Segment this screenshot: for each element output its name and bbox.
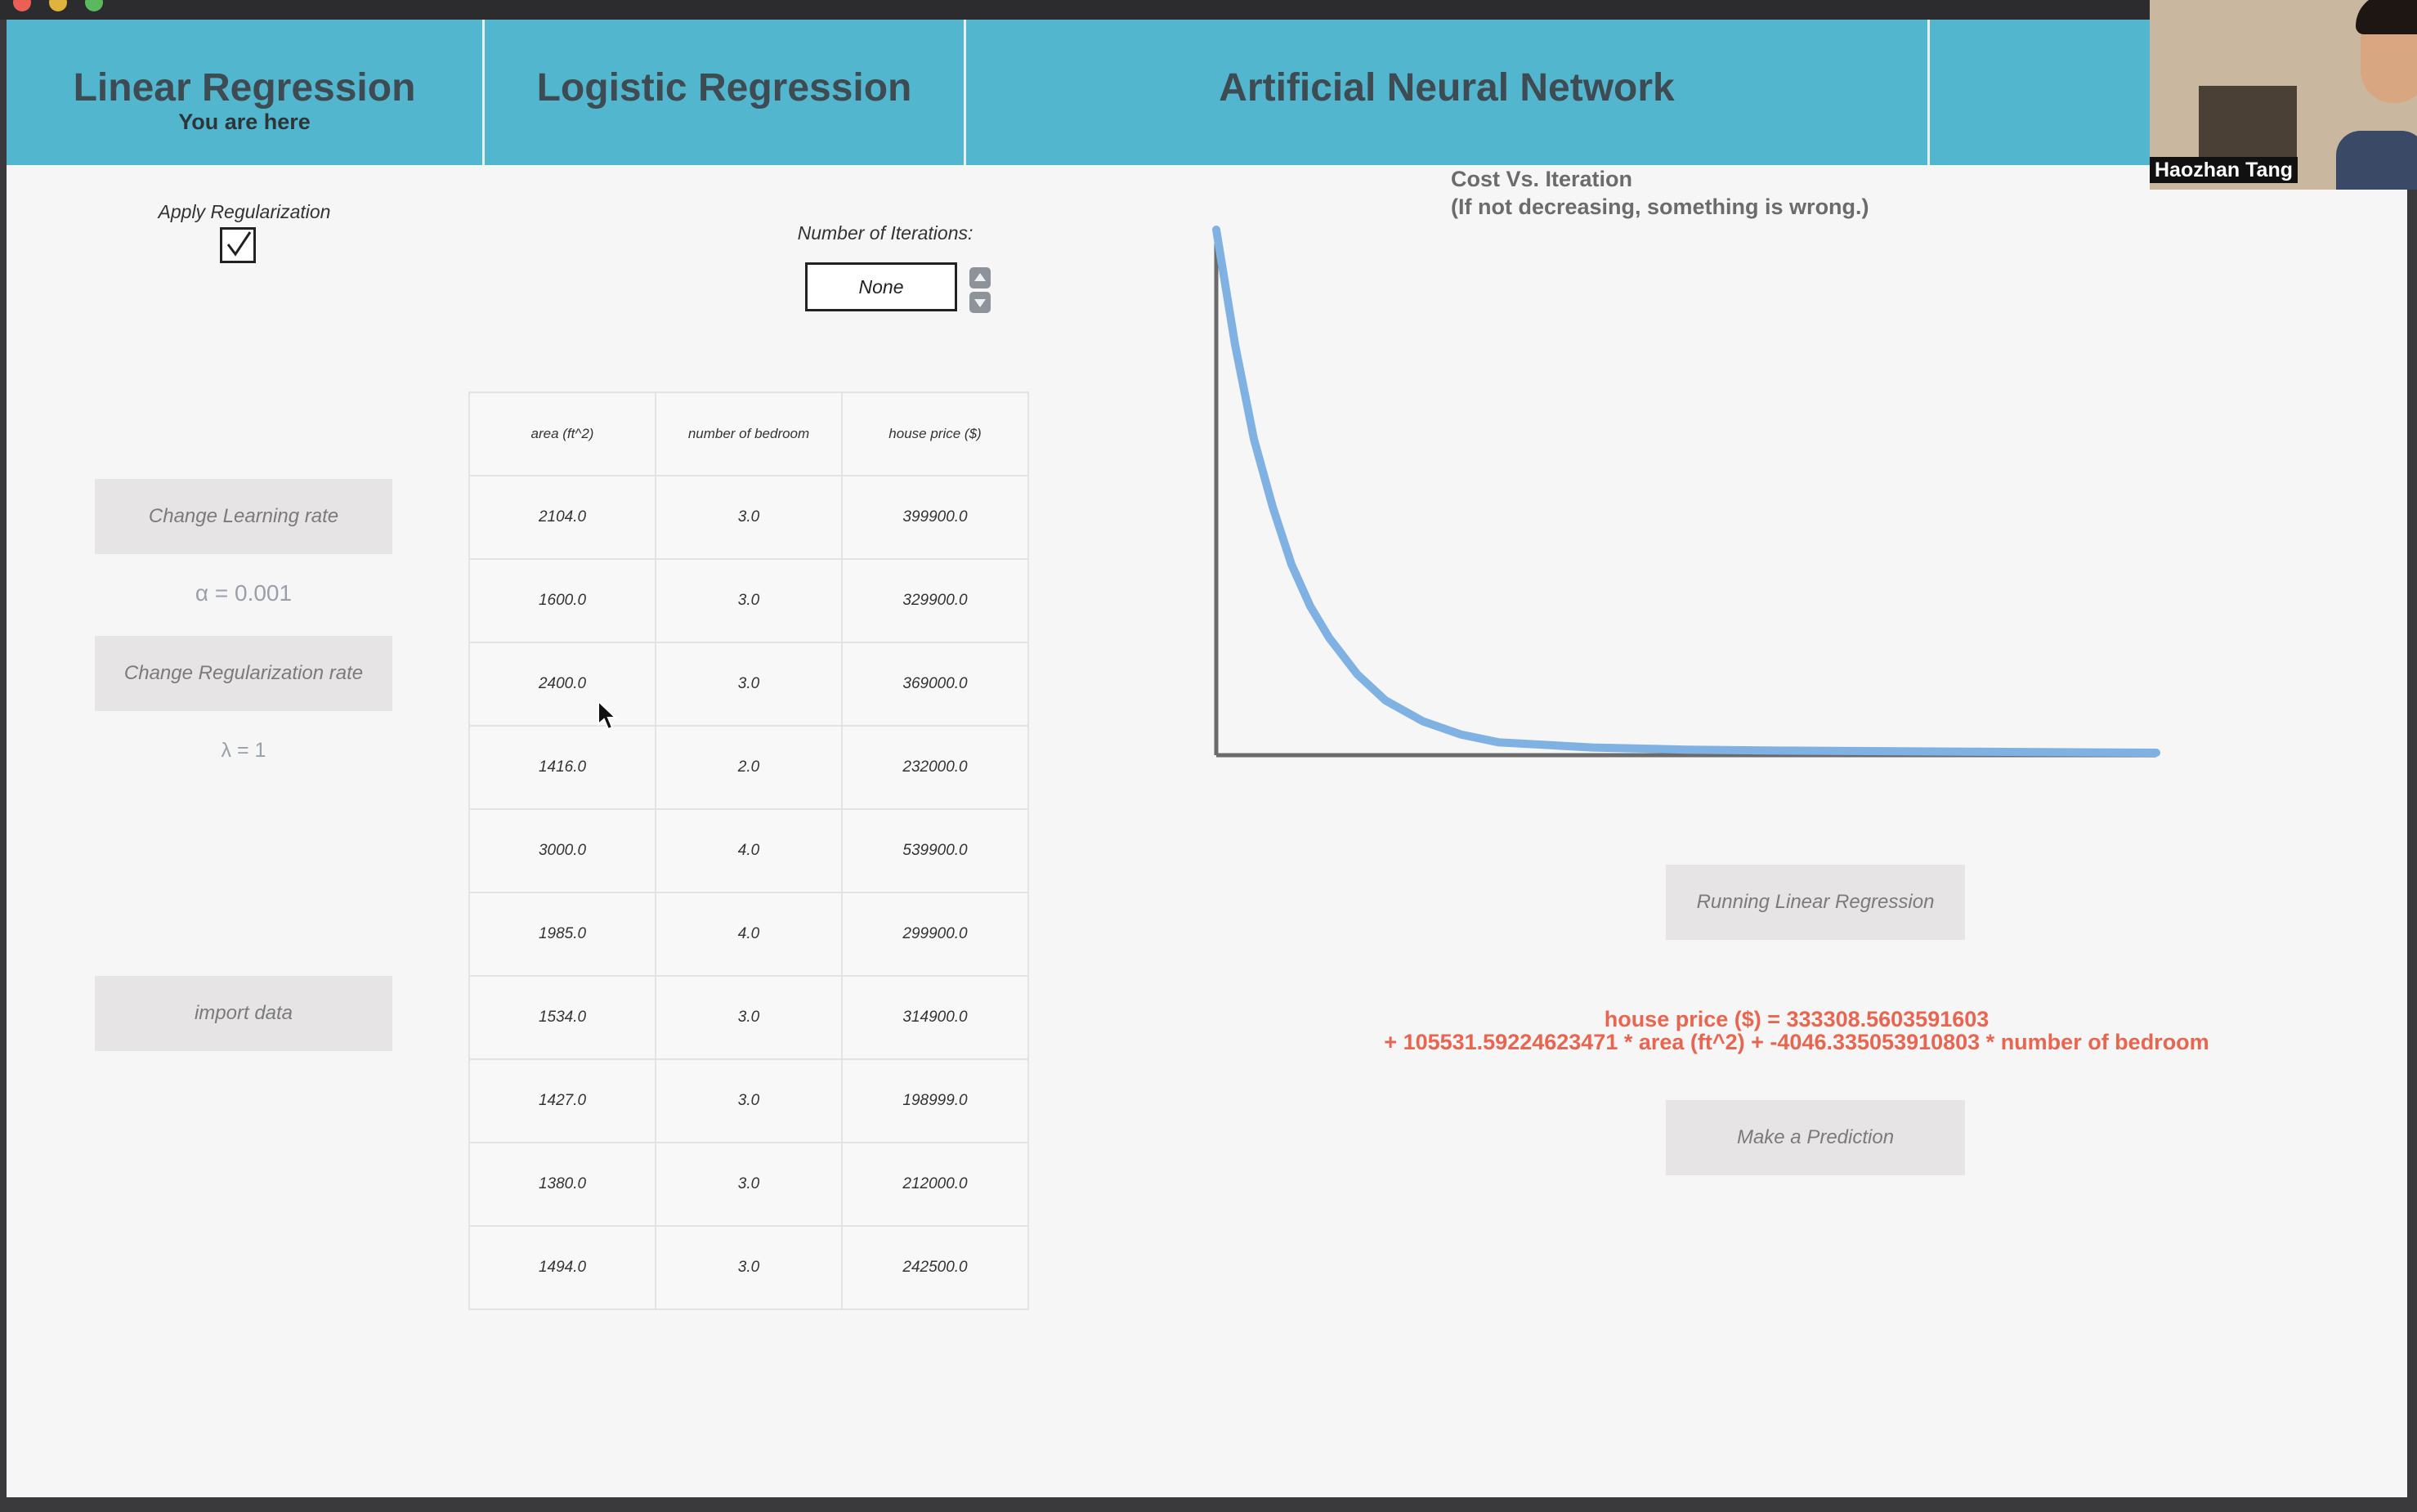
table-row: 1494.0 3.0 242500.0	[468, 1225, 1029, 1310]
tab-logistic-regression[interactable]: Logistic Regression	[485, 20, 966, 165]
table-cell[interactable]: 314900.0	[841, 975, 1029, 1060]
table-row: 2400.0 3.0 369000.0	[468, 642, 1029, 727]
table-cell[interactable]: 198999.0	[841, 1058, 1029, 1143]
table-cell[interactable]: 3.0	[655, 1058, 843, 1143]
tab-artificial-neural-network[interactable]: Artificial Neural Network	[966, 20, 1930, 165]
participant-name-label: Haozhan Tang	[2150, 157, 2298, 183]
table-cell[interactable]: 1380.0	[468, 1142, 656, 1227]
change-learning-rate-button[interactable]: Change Learning rate	[95, 479, 392, 554]
cost-iteration-chart	[1212, 226, 2160, 758]
table-cell[interactable]: 299900.0	[841, 892, 1029, 977]
table-cell[interactable]: 4.0	[655, 892, 843, 977]
table-cell[interactable]: 3.0	[655, 558, 843, 643]
table-cell[interactable]: 1416.0	[468, 725, 656, 810]
table-cell[interactable]: 2.0	[655, 725, 843, 810]
change-regularization-rate-button[interactable]: Change Regularization rate	[95, 636, 392, 711]
iterations-increment-icon[interactable]	[969, 267, 991, 289]
cost-series-line	[1212, 226, 2160, 757]
table-cell[interactable]: 232000.0	[841, 725, 1029, 810]
table-cell[interactable]: 2104.0	[468, 475, 656, 560]
make-prediction-button[interactable]: Make a Prediction	[1666, 1100, 1965, 1175]
table-cell[interactable]: 212000.0	[841, 1142, 1029, 1227]
table-row: 3000.0 4.0 539900.0	[468, 808, 1029, 893]
regularization-rate-value: λ = 1	[221, 739, 266, 762]
table-row: 1416.0 2.0 232000.0	[468, 725, 1029, 810]
mouse-pointer-icon	[598, 700, 618, 731]
app-window: Linear Regression You are here Logistic …	[7, 20, 2407, 1497]
import-data-button[interactable]: import data	[95, 976, 392, 1051]
table-cell[interactable]: 3.0	[655, 975, 843, 1060]
table-cell[interactable]: 3.0	[655, 475, 843, 560]
checkmark-icon	[226, 231, 252, 257]
table-cell[interactable]: 1534.0	[468, 975, 656, 1060]
table-row: 1600.0 3.0 329900.0	[468, 558, 1029, 643]
table-row: 1534.0 3.0 314900.0	[468, 975, 1029, 1060]
table-row: 2104.0 3.0 399900.0	[468, 475, 1029, 560]
top-nav-bar: Linear Regression You are here Logistic …	[7, 20, 2407, 165]
tab-linear-regression[interactable]: Linear Regression You are here	[7, 20, 485, 165]
iterations-label: Number of Iterations:	[797, 222, 974, 244]
table-cell[interactable]: 329900.0	[841, 558, 1029, 643]
iterations-input[interactable]	[805, 262, 957, 311]
table-cell[interactable]: 3.0	[655, 1142, 843, 1227]
table-cell[interactable]: 3.0	[655, 1225, 843, 1310]
maximize-window-icon[interactable]	[85, 0, 103, 11]
chart-title: Cost Vs. Iteration	[1451, 167, 1633, 191]
table-cell[interactable]: 1985.0	[468, 892, 656, 977]
table-cell[interactable]: 1494.0	[468, 1225, 656, 1310]
table-cell[interactable]: 399900.0	[841, 475, 1029, 560]
webcam-video-tile: Haozhan Tang	[2150, 0, 2417, 190]
data-table: area (ft^2) number of bedroom house pric…	[468, 391, 1029, 1310]
table-cell[interactable]: 2400.0	[468, 642, 656, 727]
table-row: 1380.0 3.0 212000.0	[468, 1142, 1029, 1227]
table-cell[interactable]: 539900.0	[841, 808, 1029, 893]
regression-equation-line-1: house price ($) = 333308.5603591603	[1604, 1007, 1990, 1031]
column-header: area (ft^2)	[468, 391, 656, 476]
minimize-window-icon[interactable]	[49, 0, 67, 11]
table-cell[interactable]: 3000.0	[468, 808, 656, 893]
table-cell[interactable]: 369000.0	[841, 642, 1029, 727]
iterations-decrement-icon[interactable]	[969, 292, 991, 313]
column-header: house price ($)	[841, 391, 1029, 476]
close-window-icon[interactable]	[13, 0, 31, 11]
regularization-label: Apply Regularization	[158, 201, 331, 222]
table-header-row: area (ft^2) number of bedroom house pric…	[468, 391, 1029, 476]
current-page-indicator: You are here	[178, 110, 311, 134]
learning-rate-value: α = 0.001	[195, 580, 293, 606]
table-row: 1427.0 3.0 198999.0	[468, 1058, 1029, 1143]
table-cell[interactable]: 4.0	[655, 808, 843, 893]
table-row: 1985.0 4.0 299900.0	[468, 892, 1029, 977]
run-linear-regression-button[interactable]: Running Linear Regression	[1666, 865, 1965, 940]
tab-logistic-regression-label: Logistic Regression	[536, 66, 912, 110]
table-cell[interactable]: 1600.0	[468, 558, 656, 643]
regularization-checkbox[interactable]	[220, 227, 256, 263]
tab-ann-label: Artificial Neural Network	[1219, 66, 1675, 110]
table-cell[interactable]: 1427.0	[468, 1058, 656, 1143]
tab-linear-regression-label: Linear Regression	[73, 66, 416, 110]
regression-equation-line-2: + 105531.59224623471 * area (ft^2) + -40…	[1384, 1030, 2209, 1054]
table-cell[interactable]: 3.0	[655, 642, 843, 727]
table-cell[interactable]: 242500.0	[841, 1225, 1029, 1310]
window-titlebar	[0, 0, 2417, 20]
column-header: number of bedroom	[655, 391, 843, 476]
